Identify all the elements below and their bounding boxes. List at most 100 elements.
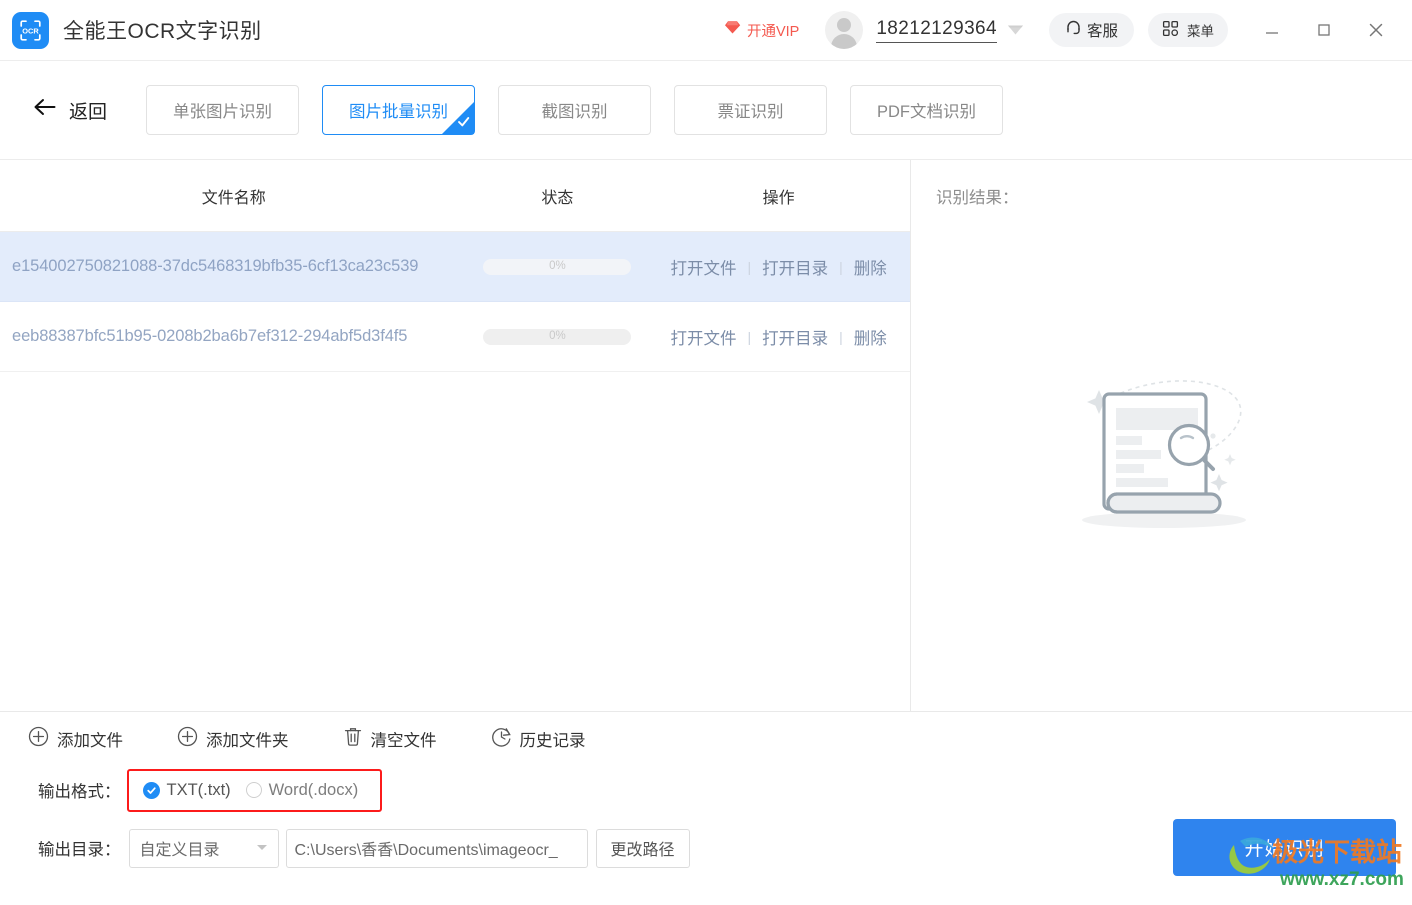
- file-action-toolbar: 添加文件 添加文件夹 清空文件 历史记录: [0, 712, 1412, 766]
- output-path-value: C:\Users\香香\Documents\imageocr_: [294, 842, 558, 859]
- headset-icon: [1065, 19, 1082, 41]
- file-name-cell: e154002750821088-37dc5468319bfb35-6cf13c…: [12, 257, 419, 275]
- output-path-input[interactable]: C:\Users\香香\Documents\imageocr_: [285, 828, 588, 868]
- account-dropdown-icon[interactable]: [1006, 22, 1025, 38]
- output-dir-mode-value: 自定义目录: [139, 842, 220, 859]
- open-file-link[interactable]: 打开文件: [660, 325, 748, 349]
- table-row[interactable]: eeb88387bfc51b95-0208b2ba6b7ef312-294abf…: [0, 302, 910, 372]
- maximize-button[interactable]: [1298, 7, 1350, 53]
- tab-label: 单张图片识别: [173, 103, 273, 121]
- column-header-status: 状态: [541, 189, 574, 207]
- tab-screenshot[interactable]: 截图识别: [498, 85, 652, 135]
- menu-button[interactable]: 菜单: [1148, 13, 1228, 47]
- progress-label: 0%: [549, 329, 566, 342]
- add-file-label: 添加文件: [57, 732, 123, 750]
- result-panel-title: 识别结果：: [936, 189, 1019, 207]
- output-format-highlight-box: TXT(.txt) Word(.docx): [126, 768, 383, 812]
- file-list-pane: 文件名称 状态 操作 e154002750821088-37dc5468319b…: [0, 160, 911, 711]
- avatar-head: [837, 18, 852, 32]
- format-option-txt[interactable]: TXT(.txt): [142, 780, 231, 800]
- avatar[interactable]: [825, 11, 864, 49]
- output-format-label: 输出格式：: [38, 783, 121, 801]
- column-header-actions: 操作: [762, 189, 795, 207]
- result-pane: 识别结果：: [911, 160, 1412, 711]
- arrow-left-icon: [34, 98, 60, 122]
- check-icon: [456, 114, 471, 133]
- change-path-button[interactable]: 更改路径: [595, 828, 690, 868]
- delete-link[interactable]: 删除: [843, 255, 898, 279]
- bottom-bar: 添加文件 添加文件夹 清空文件 历史记录 输出格式： TXT(.txt) Wor…: [0, 711, 1412, 905]
- titlebar-right-group: 开通VIP 18212129364 客服 菜单: [724, 0, 1412, 60]
- tab-label: 截图识别: [541, 103, 608, 121]
- open-directory-link[interactable]: 打开目录: [751, 255, 839, 279]
- tab-single-image[interactable]: 单张图片识别: [146, 85, 300, 135]
- radio-selected-icon: [142, 781, 160, 799]
- diamond-icon: [724, 20, 741, 40]
- output-dir-mode-select[interactable]: 自定义目录: [128, 828, 279, 868]
- history-clock-icon: [491, 726, 512, 752]
- chevron-down-icon: [256, 839, 268, 857]
- format-option-word[interactable]: Word(.docx): [245, 780, 359, 800]
- tab-label: PDF文档识别: [877, 103, 977, 121]
- file-table-header: 文件名称 状态 操作: [0, 160, 910, 232]
- window-controls: [1246, 7, 1402, 53]
- start-recognition-label: 开始识别: [1244, 839, 1325, 860]
- clear-files-label: 清空文件: [370, 732, 437, 750]
- radio-unselected-icon: [245, 782, 262, 798]
- customer-service-button[interactable]: 客服: [1048, 13, 1134, 47]
- tab-label: 图片批量识别: [349, 103, 449, 121]
- change-path-label: 更改路径: [610, 842, 675, 859]
- trash-icon: [343, 726, 363, 752]
- open-file-link[interactable]: 打开文件: [660, 255, 748, 279]
- file-status-cell: 0%: [468, 258, 648, 275]
- tab-bar: 返回 单张图片识别 图片批量识别 截图识别 票证识别 PDF文档识别: [0, 61, 1412, 160]
- back-button[interactable]: 返回: [34, 97, 107, 124]
- file-status-cell: 0%: [468, 328, 648, 345]
- svg-text:OCR: OCR: [22, 26, 39, 35]
- output-dir-label: 输出目录：: [38, 841, 121, 859]
- file-name-cell: eeb88387bfc51b95-0208b2ba6b7ef312-294abf…: [12, 327, 408, 345]
- vip-label: 开通VIP: [746, 23, 800, 40]
- open-directory-link[interactable]: 打开目录: [751, 325, 839, 349]
- progress-bar: 0%: [483, 328, 632, 345]
- clear-files-button[interactable]: 清空文件: [343, 726, 437, 752]
- customer-service-label: 客服: [1086, 23, 1118, 40]
- minimize-button[interactable]: [1246, 7, 1298, 53]
- close-button[interactable]: [1350, 7, 1402, 53]
- tab-certificate[interactable]: 票证识别: [674, 85, 828, 135]
- back-label: 返回: [69, 101, 108, 123]
- mode-tabs: 单张图片识别 图片批量识别 截图识别 票证识别 PDF文档识别: [146, 85, 1004, 135]
- table-row[interactable]: e154002750821088-37dc5468319bfb35-6cf13c…: [0, 232, 910, 302]
- grid-menu-icon: [1162, 20, 1179, 40]
- tab-pdf-document[interactable]: PDF文档识别: [850, 85, 1004, 135]
- column-header-filename: 文件名称: [201, 189, 266, 207]
- progress-bar: 0%: [483, 258, 632, 275]
- plus-circle-icon: [177, 726, 198, 752]
- format-option-label: Word(.docx): [268, 780, 359, 799]
- result-placeholder: [911, 232, 1412, 711]
- file-actions-cell: 打开文件 | 打开目录 | 删除: [647, 255, 910, 279]
- progress-label: 0%: [549, 259, 566, 272]
- delete-link[interactable]: 删除: [843, 325, 898, 349]
- avatar-body: [831, 34, 858, 49]
- add-folder-label: 添加文件夹: [206, 732, 289, 750]
- add-folder-button[interactable]: 添加文件夹: [177, 726, 289, 752]
- main-content: 文件名称 状态 操作 e154002750821088-37dc5468319b…: [0, 160, 1412, 711]
- document-search-illustration-icon: [1054, 372, 1269, 542]
- application-window: OCR 全能王OCR文字识别 开通VIP 18212129364 客服 菜单 返…: [0, 0, 1412, 905]
- menu-label: 菜单: [1187, 24, 1214, 39]
- start-recognition-button[interactable]: 开始识别: [1173, 819, 1396, 876]
- history-label: 历史记录: [519, 732, 586, 750]
- title-bar: OCR 全能王OCR文字识别 开通VIP 18212129364 客服 菜单: [0, 0, 1412, 61]
- account-phone[interactable]: 18212129364: [876, 18, 997, 43]
- output-format-row: 输出格式： TXT(.txt) Word(.docx): [0, 766, 1412, 814]
- add-file-button[interactable]: 添加文件: [28, 726, 123, 752]
- tab-label: 票证识别: [717, 103, 784, 121]
- file-actions-cell: 打开文件 | 打开目录 | 删除: [647, 325, 910, 349]
- app-title: 全能王OCR文字识别: [63, 20, 262, 43]
- tab-batch-image[interactable]: 图片批量识别: [322, 85, 476, 135]
- open-vip-button[interactable]: 开通VIP: [724, 20, 799, 41]
- plus-circle-icon: [28, 726, 49, 752]
- history-button[interactable]: 历史记录: [491, 726, 586, 752]
- format-option-label: TXT(.txt): [166, 780, 231, 799]
